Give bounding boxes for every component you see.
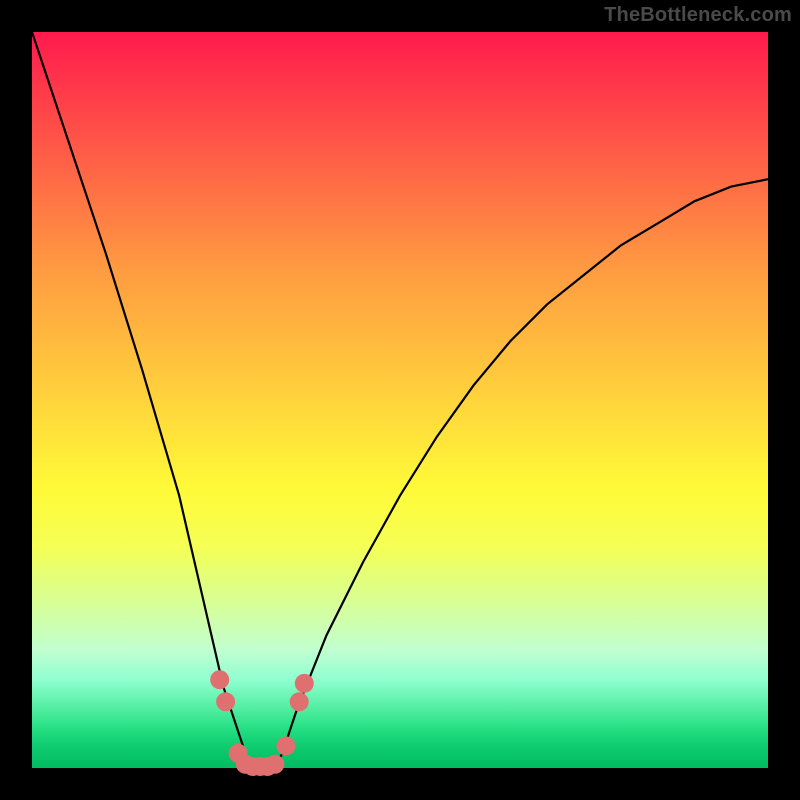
plot-area xyxy=(32,32,768,768)
chart-frame: TheBottleneck.com xyxy=(0,0,800,800)
watermark-label: TheBottleneck.com xyxy=(604,4,792,27)
